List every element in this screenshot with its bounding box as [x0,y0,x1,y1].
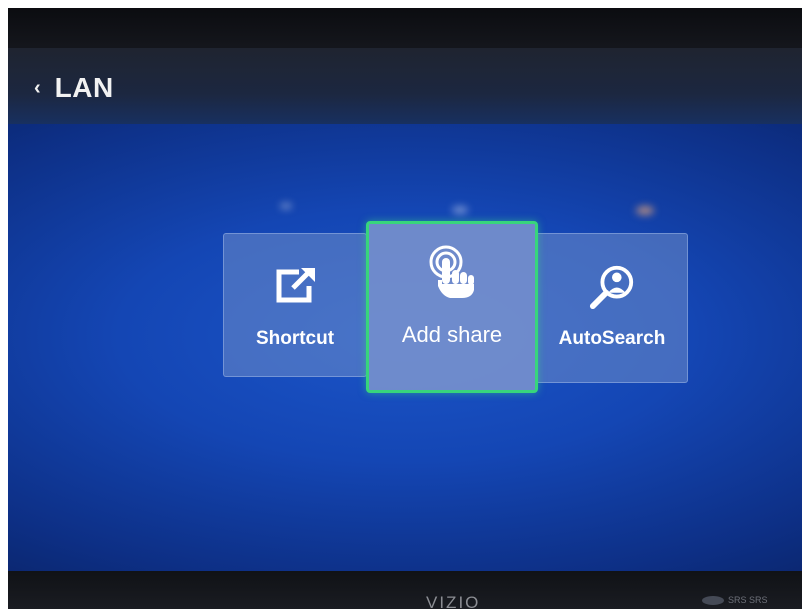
chevron-left-icon: ‹ [34,77,41,99]
tv-frame: ‹ LAN Shortcut AutoSearch Add share VIZI… [0,0,802,612]
touch-icon [424,244,480,300]
brand-logo: VIZIO [426,593,481,612]
autosearch-tile[interactable]: AutoSearch [536,233,688,383]
light-reflection [452,206,468,214]
light-reflection [636,206,654,215]
autosearch-label: AutoSearch [558,328,666,349]
light-reflection [280,203,292,209]
tv-screen: ‹ LAN Shortcut AutoSearch Add share [8,48,802,571]
bottom-bezel: VIZIO SRS SRS [8,571,802,612]
search-person-icon [588,262,636,310]
badge-logo-icon [702,596,724,606]
back-button[interactable]: ‹ LAN [34,72,114,104]
audio-badges: SRS SRS [702,595,802,607]
badge-text: SRS SRS [728,595,768,605]
shortcut-label: Shortcut [255,328,335,349]
shortcut-icon [271,262,319,310]
add-share-label: Add share [401,322,503,347]
page-title: LAN [54,72,114,103]
top-bezel [8,8,802,50]
screen-header: ‹ LAN [8,48,802,124]
add-share-tile[interactable]: Add share [366,221,538,393]
shortcut-tile[interactable]: Shortcut [223,233,367,377]
